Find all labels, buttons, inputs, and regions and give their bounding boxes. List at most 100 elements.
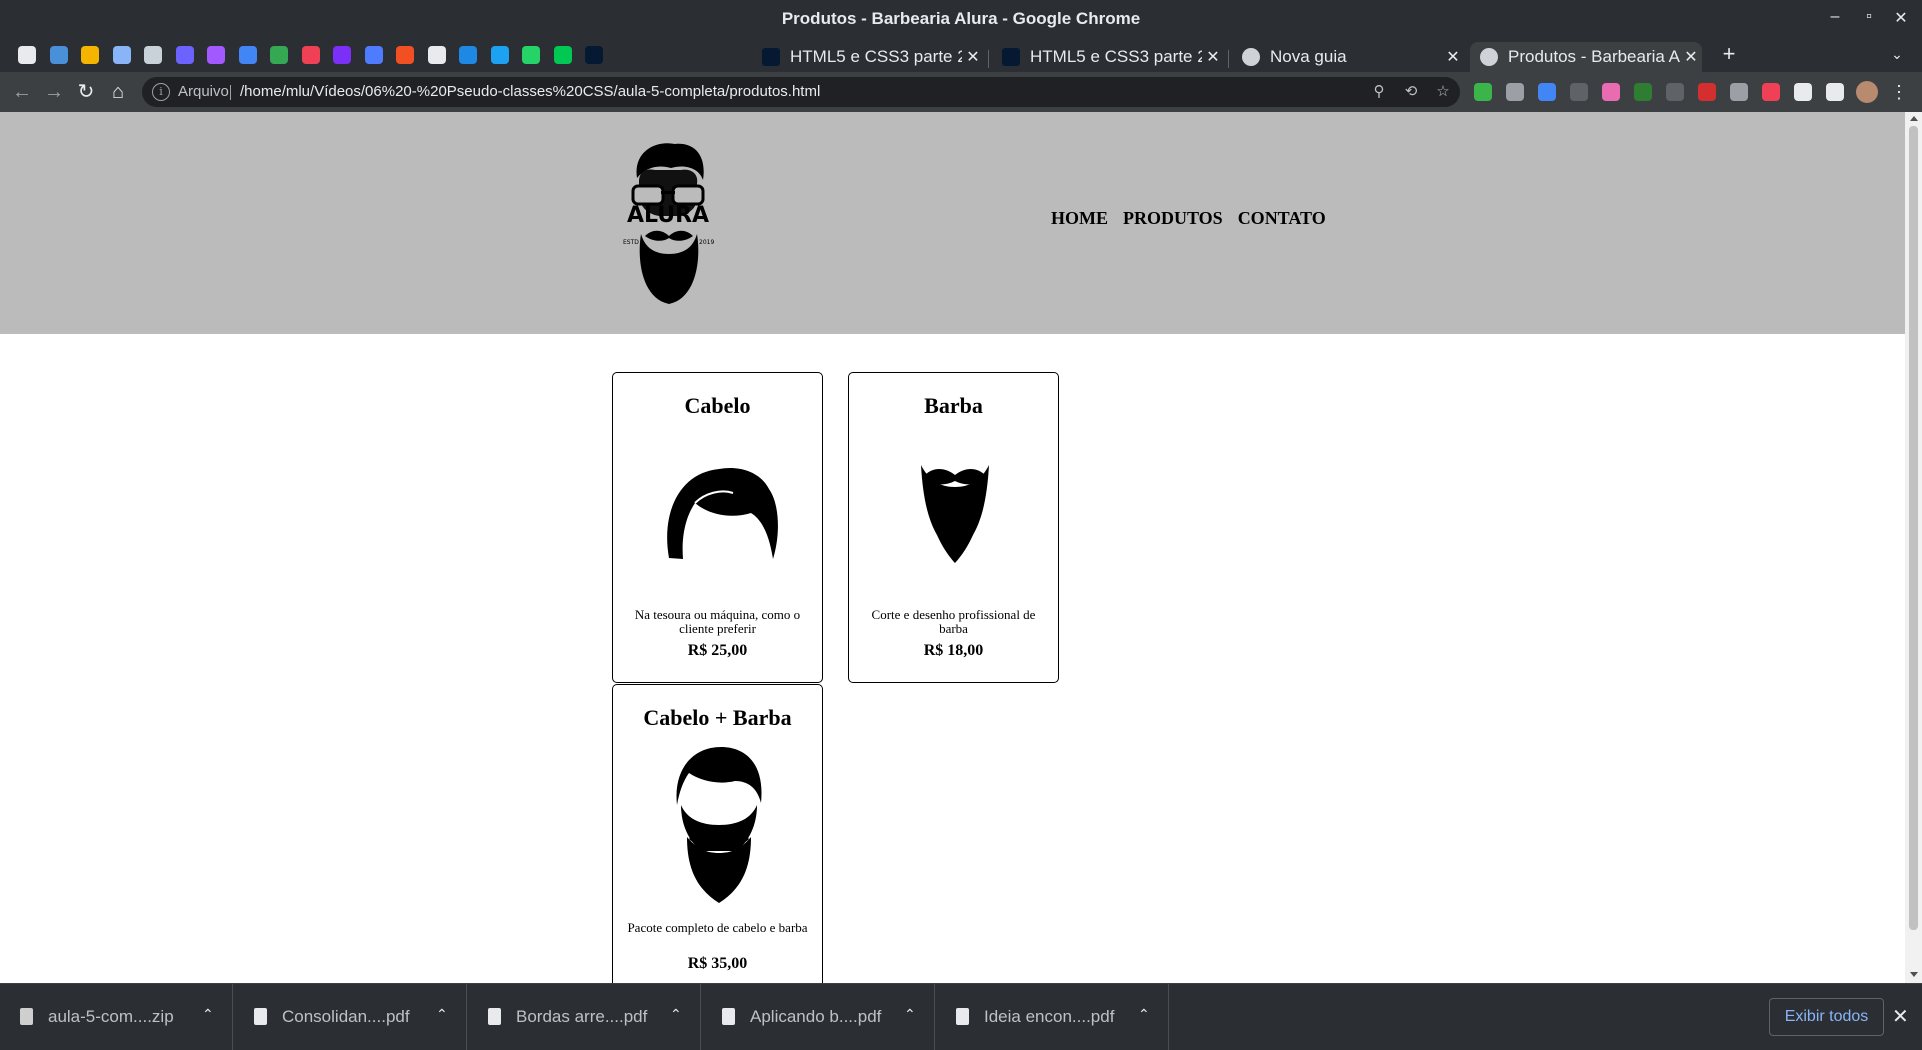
red-ext-icon[interactable]: [1698, 83, 1716, 101]
pinned-tab-pen-icon[interactable]: [485, 42, 515, 68]
pinned-tab-github-icon[interactable]: [138, 42, 168, 68]
url-text[interactable]: /home/mlu/Vídeos/06%20-%20Pseudo-classes…: [240, 83, 820, 100]
tab-nova-guia[interactable]: Nova guia ✕: [1232, 42, 1464, 72]
pinned-tab-w-logo-icon[interactable]: [264, 42, 294, 68]
cv-icon: [49, 46, 68, 64]
share-icon[interactable]: ⟲: [1401, 82, 1421, 102]
chevron-up-icon[interactable]: ⌃: [670, 1006, 682, 1023]
maximize-icon[interactable]: ▫: [1856, 8, 1882, 30]
scrollbar-thumb[interactable]: [1909, 126, 1918, 930]
alura-icon: [585, 46, 603, 64]
pen-icon: [490, 46, 509, 64]
pdf-ext-icon[interactable]: [1506, 83, 1524, 101]
alura-icon: [1002, 48, 1020, 66]
hair-and-beard-icon: [676, 747, 762, 903]
download-item[interactable]: Bordas arre....pdf ⌃: [468, 984, 701, 1050]
close-tab-icon[interactable]: ✕: [962, 47, 984, 67]
zoom-icon[interactable]: ⚲: [1369, 82, 1389, 102]
share-arrow-icon: [112, 46, 131, 64]
download-item[interactable]: Aplicando b....pdf ⌃: [702, 984, 935, 1050]
pinned-tab-drive-icon[interactable]: [75, 42, 105, 68]
pinned-tab-c-logo-icon[interactable]: [170, 42, 200, 68]
close-tab-icon[interactable]: ✕: [1442, 47, 1464, 67]
nav-contato-link[interactable]: CONTATO: [1238, 208, 1326, 229]
pinned-tab-d-logo-icon[interactable]: [327, 42, 357, 68]
chevron-up-icon[interactable]: ⌃: [202, 1006, 214, 1023]
tab-html5-css3-2[interactable]: HTML5 e CSS3 parte 2: p ✕: [992, 42, 1224, 72]
pinned-tab-s-logo-icon[interactable]: [453, 42, 483, 68]
reload-icon[interactable]: ↻: [73, 80, 99, 104]
alura-icon: [762, 48, 780, 66]
pinned-tab-pocket-icon[interactable]: [296, 42, 326, 68]
product-title: Cabelo + Barba: [643, 705, 792, 730]
pinned-tab-alura-icon[interactable]: [579, 42, 609, 68]
download-item[interactable]: Consolidan....pdf ⌃: [234, 984, 467, 1050]
pinned-tab-star-icon[interactable]: [12, 42, 42, 68]
close-tab-icon[interactable]: ✕: [1680, 47, 1702, 67]
back-icon[interactable]: ←: [9, 80, 35, 104]
minimize-icon[interactable]: –: [1822, 8, 1848, 30]
product-card-cabelo[interactable]: Cabelo Na tesoura ou máquina, como o cli…: [612, 372, 823, 683]
site-header: ALURA ESTD 2019 HOME PRODUTOS CONTATO: [0, 112, 1905, 334]
green-app-icon: [553, 46, 572, 64]
vd-ext-icon[interactable]: [1570, 83, 1588, 101]
show-all-downloads-button[interactable]: Exibir todos: [1769, 998, 1884, 1036]
docs-icon: [238, 46, 257, 64]
pinned-tab-cv-icon[interactable]: [44, 42, 74, 68]
new-tab-icon[interactable]: +: [1716, 42, 1742, 66]
star-icon: [18, 46, 36, 64]
pinned-tab-docs-icon[interactable]: [233, 42, 263, 68]
pinned-tab-share-arrow-icon[interactable]: [107, 42, 137, 68]
pinned-tab-globe-icon[interactable]: [422, 42, 452, 68]
pinned-tab-prism-icon[interactable]: [201, 42, 231, 68]
pocket-ext-icon[interactable]: [1762, 83, 1780, 101]
pen-ext-icon[interactable]: [1730, 83, 1748, 101]
pinned-tab-whatsapp-icon[interactable]: [516, 42, 546, 68]
tab-search-icon[interactable]: ⌄: [1884, 42, 1910, 66]
sword-ext-icon[interactable]: [1666, 83, 1684, 101]
file-icon: [956, 1008, 969, 1025]
download-item[interactable]: aula-5-com....zip ⌃: [0, 984, 233, 1050]
sidepanel-icon[interactable]: [1826, 83, 1844, 101]
tab-separator: [988, 50, 989, 68]
code-ext-icon[interactable]: [1634, 83, 1652, 101]
nav-home-link[interactable]: HOME: [1051, 208, 1108, 229]
page-scrollbar[interactable]: [1905, 112, 1922, 983]
home-icon[interactable]: ⌂: [105, 80, 131, 104]
translate-ext-icon[interactable]: [1538, 83, 1556, 101]
close-tab-icon[interactable]: ✕: [1202, 47, 1224, 67]
address-bar[interactable]: i Arquivo /home/mlu/Vídeos/06%20-%20Pseu…: [142, 77, 1460, 107]
forward-icon[interactable]: →: [41, 80, 67, 104]
close-downloads-icon[interactable]: ✕: [1892, 1004, 1909, 1029]
scroll-down-arrow-icon[interactable]: [1910, 972, 1918, 977]
s-logo-icon: [459, 46, 477, 64]
alura-logo[interactable]: ALURA ESTD 2019: [615, 138, 721, 308]
chevron-up-icon[interactable]: ⌃: [904, 1006, 916, 1023]
chevron-up-icon[interactable]: ⌃: [436, 1006, 448, 1023]
file-icon: [488, 1008, 501, 1025]
nav-produtos-link[interactable]: PRODUTOS: [1123, 208, 1223, 229]
scheme-label: Arquivo: [178, 83, 229, 100]
tab-html5-css3-1[interactable]: HTML5 e CSS3 parte 2: p ✕: [752, 42, 984, 72]
green-ext-icon[interactable]: [1474, 83, 1492, 101]
download-item[interactable]: Ideia encon....pdf ⌃: [936, 984, 1169, 1050]
bookmark-star-icon[interactable]: ☆: [1433, 82, 1453, 102]
pinned-tab-green-app-icon[interactable]: [548, 42, 578, 68]
chevron-up-icon[interactable]: ⌃: [1138, 1006, 1150, 1023]
product-card-cabelo-barba[interactable]: Cabelo + Barba Pacote completo de cabelo…: [612, 684, 823, 983]
info-icon[interactable]: i: [152, 83, 170, 101]
product-card-barba[interactable]: Barba Corte e desenho profissional de ba…: [848, 372, 1059, 683]
pinned-tab-microsoft-icon[interactable]: [390, 42, 420, 68]
m-ext-icon[interactable]: [1602, 83, 1620, 101]
scroll-up-arrow-icon[interactable]: [1910, 116, 1918, 121]
tab-produtos[interactable]: Produtos - Barbearia Alu ✕: [1470, 42, 1702, 72]
profile-avatar[interactable]: [1856, 81, 1878, 103]
puzzle-icon[interactable]: [1794, 83, 1812, 101]
download-filename: Aplicando b....pdf: [750, 1007, 882, 1026]
menu-dots-icon[interactable]: ⋮: [1886, 80, 1912, 104]
close-window-icon[interactable]: ✕: [1888, 8, 1914, 30]
hair-icon: [667, 467, 778, 559]
tab-strip: HTML5 e CSS3 parte 2: p ✕ HTML5 e CSS3 p…: [0, 38, 1922, 72]
product-description: Corte e desenho profissional de barba: [871, 607, 1036, 636]
pinned-tab-firefox-relay-icon[interactable]: [359, 42, 389, 68]
